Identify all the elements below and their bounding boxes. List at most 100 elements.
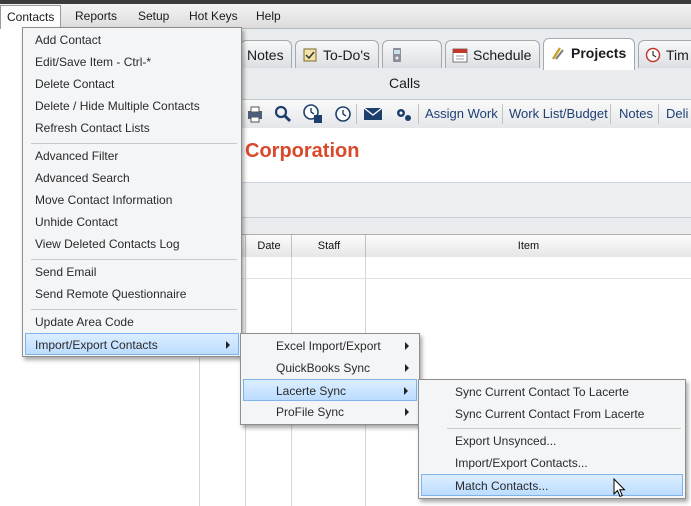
menu-item-label: Delete Contact [35, 77, 115, 91]
tab-todos[interactable]: To-Do's [295, 40, 379, 68]
projects-icon [551, 47, 564, 60]
column-header-date[interactable]: Date [245, 235, 292, 257]
tab-label: To-Do's [323, 47, 371, 63]
search-icon[interactable] [272, 103, 294, 125]
contacts-menu: Add Contact Edit/Save Item - Ctrl-* Dele… [22, 27, 242, 357]
menu-item-label: Unhide Contact [35, 215, 118, 229]
tab-label: Projects [571, 45, 627, 61]
menu-item-quickbooks-sync[interactable]: QuickBooks Sync [243, 357, 417, 379]
submenu-arrow-icon [405, 408, 409, 416]
column-header-item[interactable]: Item [365, 235, 691, 257]
menu-item-refresh-lists[interactable]: Refresh Contact Lists [25, 117, 239, 139]
menu-item-delete-hide-multiple[interactable]: Delete / Hide Multiple Contacts [25, 95, 239, 117]
todo-icon [303, 48, 317, 62]
submenu-arrow-icon [405, 364, 409, 372]
menu-item-advanced-filter[interactable]: Advanced Filter [25, 145, 239, 167]
menu-item-unhide-contact[interactable]: Unhide Contact [25, 211, 239, 233]
menu-item-send-email[interactable]: Send Email [25, 261, 239, 283]
menu-item-send-questionnaire[interactable]: Send Remote Questionnaire [25, 283, 239, 305]
tab-label: Calls [389, 75, 421, 91]
menu-item-label: Advanced Filter [35, 149, 119, 163]
menu-item-advanced-search[interactable]: Advanced Search [25, 167, 239, 189]
menu-separator [31, 309, 237, 310]
envelope-icon[interactable] [362, 103, 384, 125]
menu-help[interactable]: Help [250, 4, 287, 28]
menu-hot-keys[interactable]: Hot Keys [183, 4, 244, 28]
tab-label: Tim [666, 47, 689, 63]
menu-item-label: Export Unsynced... [455, 434, 557, 448]
tab-time[interactable]: Tim [638, 40, 691, 68]
submenu-arrow-icon [226, 341, 230, 349]
menu-item-label: Lacerte Sync [276, 384, 347, 398]
calendar-icon [452, 48, 468, 63]
menu-reports[interactable]: Reports [69, 4, 123, 28]
mouse-cursor-icon [613, 478, 626, 498]
menu-item-label: Excel Import/Export [276, 339, 381, 353]
menu-item-label: Advanced Search [35, 171, 130, 185]
menu-item-match-contacts[interactable]: Match Contacts... [421, 474, 683, 496]
tab-notes[interactable]: Notes [240, 40, 292, 68]
menu-item-label: Add Contact [35, 33, 102, 47]
menu-item-label: Move Contact Information [35, 193, 173, 207]
menu-item-profile-sync[interactable]: ProFile Sync [243, 401, 417, 423]
tab-schedule[interactable]: Schedule [445, 40, 540, 68]
menu-item-edit-save[interactable]: Edit/Save Item - Ctrl-* [25, 51, 239, 73]
gears-icon[interactable] [392, 103, 414, 125]
menu-item-export-unsynced[interactable]: Export Unsynced... [421, 430, 683, 452]
assign-work-button[interactable]: Assign Work [425, 100, 498, 128]
menu-item-label: Send Remote Questionnaire [35, 287, 187, 301]
menu-item-label: Match Contacts... [455, 479, 549, 493]
menu-item-deleted-log[interactable]: View Deleted Contacts Log [25, 233, 239, 255]
menu-item-excel-import-export[interactable]: Excel Import/Export [243, 335, 417, 357]
menu-item-import-export-contacts[interactable]: Import/Export Contacts [25, 333, 239, 355]
toolbar-separator [610, 104, 611, 124]
menu-separator [31, 259, 237, 260]
menu-item-label: Refresh Contact Lists [35, 121, 150, 135]
phone-icon [393, 48, 401, 62]
menu-item-label: QuickBooks Sync [276, 361, 371, 375]
menu-separator [31, 143, 237, 144]
menu-item-label: Send Email [35, 265, 97, 279]
menu-item-label: ProFile Sync [276, 405, 345, 419]
notes-button[interactable]: Notes [619, 100, 653, 128]
filter-band [240, 183, 691, 218]
menu-contacts[interactable]: Contacts [0, 5, 62, 29]
menu-item-delete-contact[interactable]: Delete Contact [25, 73, 239, 95]
time-clock-icon[interactable] [302, 103, 324, 125]
menu-item-label: View Deleted Contacts Log [35, 237, 180, 251]
menu-item-label: Sync Current Contact To Lacerte [455, 385, 629, 399]
tab-strip: Notes To-Do's Calls Schedule Projects Ti… [240, 36, 691, 91]
menu-item-sync-to-lacerte[interactable]: Sync Current Contact To Lacerte [421, 381, 683, 403]
toolbar: Assign Work Work List/Budget Notes Deli [240, 99, 691, 129]
menu-bar: Contacts Reports Setup Hot Keys Help [0, 4, 691, 29]
toolbar-separator [502, 104, 503, 124]
delete-button[interactable]: Deli [666, 100, 688, 128]
clock-icon[interactable] [332, 103, 354, 125]
tab-projects[interactable]: Projects [543, 38, 635, 70]
menu-item-label: Sync Current Contact From Lacerte [455, 407, 645, 421]
tab-label: Schedule [473, 47, 532, 63]
submenu-arrow-icon [405, 342, 409, 350]
menu-item-sync-from-lacerte[interactable]: Sync Current Contact From Lacerte [421, 403, 683, 425]
menu-item-add-contact[interactable]: Add Contact [25, 29, 239, 51]
tab-calls[interactable]: Calls [382, 40, 442, 91]
menu-item-lacerte-sync[interactable]: Lacerte Sync [243, 379, 417, 401]
toolbar-separator [356, 104, 357, 124]
submenu-arrow-icon [404, 387, 408, 395]
menu-item-label: Import/Export Contacts [35, 338, 158, 352]
work-list-budget-button[interactable]: Work List/Budget [509, 100, 608, 128]
toolbar-separator [418, 104, 419, 124]
lacerte-submenu: Sync Current Contact To Lacerte Sync Cur… [418, 379, 686, 499]
menu-setup[interactable]: Setup [132, 4, 175, 28]
clock-icon [645, 47, 661, 63]
menu-item-label: Delete / Hide Multiple Contacts [35, 99, 200, 113]
printer-icon[interactable] [244, 103, 266, 125]
menu-separator [447, 428, 681, 429]
menu-item-update-area-code[interactable]: Update Area Code [25, 311, 239, 333]
import-export-submenu: Excel Import/Export QuickBooks Sync Lace… [240, 333, 420, 425]
column-header-staff[interactable]: Staff [291, 235, 366, 257]
menu-item-move-contact-info[interactable]: Move Contact Information [25, 189, 239, 211]
menu-item-label: Edit/Save Item - Ctrl-* [35, 55, 152, 69]
menu-item-import-export-contacts-lacerte[interactable]: Import/Export Contacts... [421, 452, 683, 474]
page-title: Corporation [245, 140, 360, 162]
